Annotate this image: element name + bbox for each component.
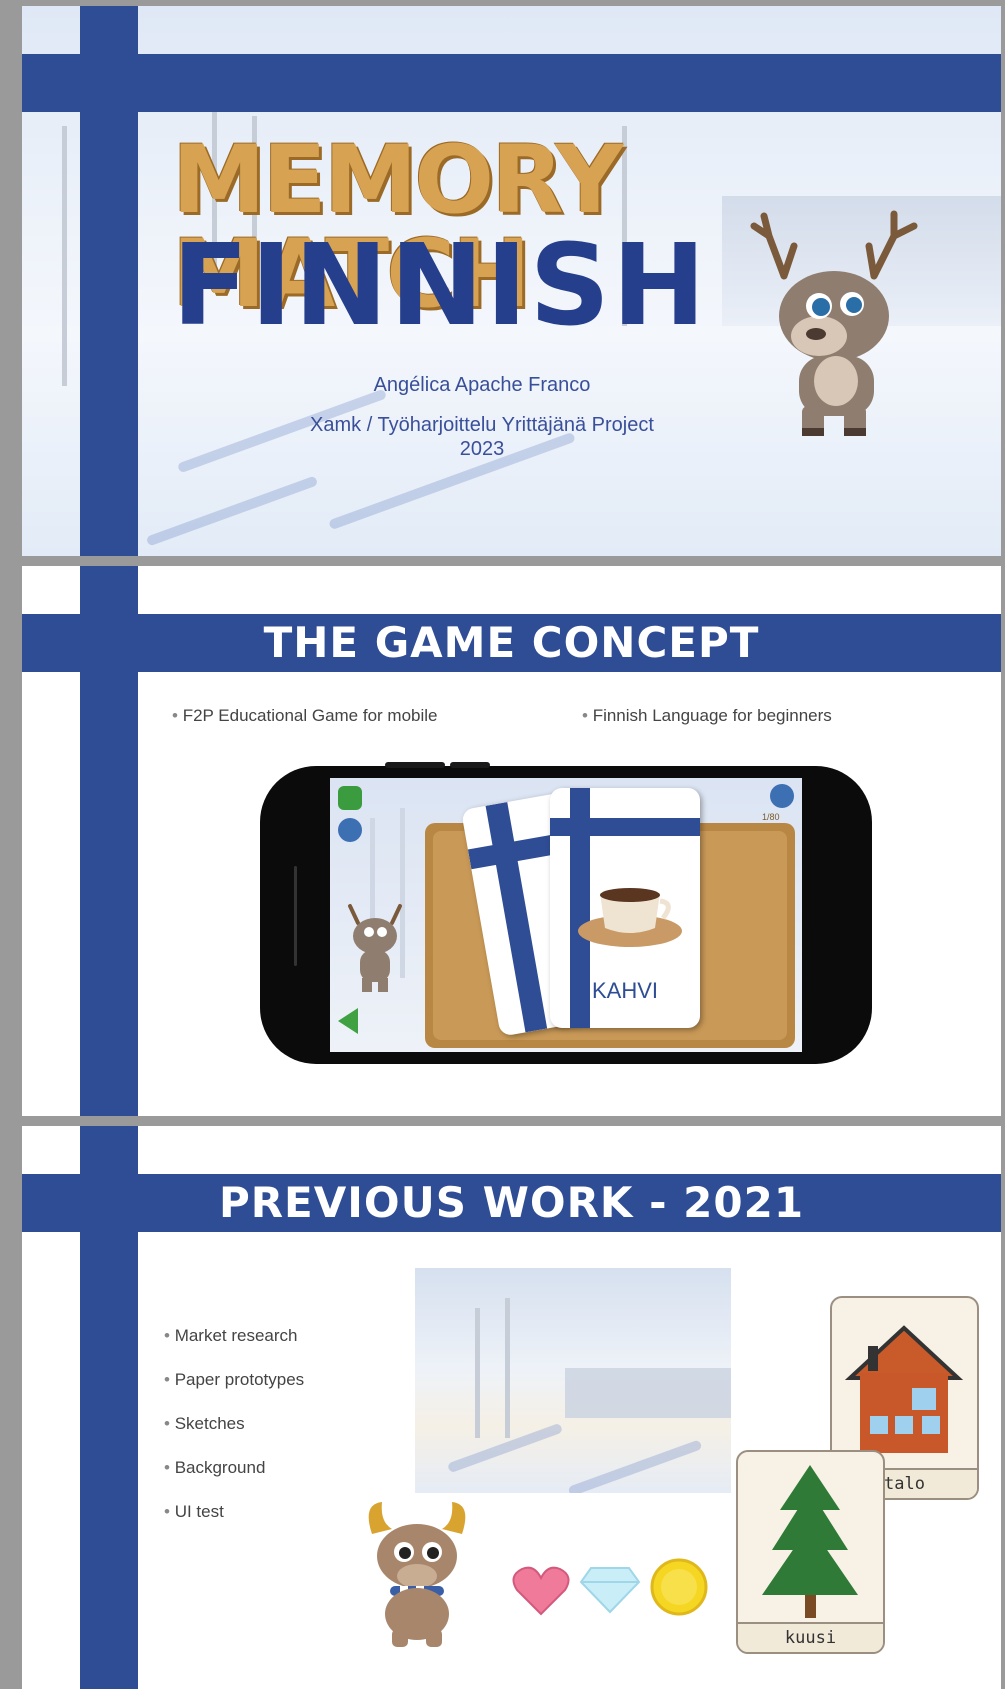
gear-icon[interactable] xyxy=(770,784,794,808)
bullet-item: Background xyxy=(164,1458,266,1478)
phone-mockup: 1/80 KAHVI xyxy=(260,762,872,1064)
bullet-item: Market research xyxy=(164,1326,298,1346)
phone-button xyxy=(450,762,490,768)
slide-heading: THE GAME CONCEPT xyxy=(263,618,760,667)
moose-mascot xyxy=(368,1502,466,1647)
slide-game-concept: THE GAME CONCEPT F2P Educational Game fo… xyxy=(22,566,1001,1116)
bullet-item: F2P Educational Game for mobile xyxy=(172,706,438,726)
reindeer-mascot xyxy=(750,210,918,436)
slide-heading: PREVIOUS WORK - 2021 xyxy=(218,1178,805,1227)
heart-icon xyxy=(512,1566,570,1616)
background-artwork xyxy=(415,1268,731,1493)
project-year: 2023 xyxy=(459,438,505,460)
reindeer-mascot-small xyxy=(348,904,402,992)
snow-shadow xyxy=(145,475,319,547)
bullet-item: UI test xyxy=(164,1502,224,1522)
background-tree xyxy=(62,126,67,386)
bullet-item: Paper prototypes xyxy=(164,1370,304,1390)
word-card-kuusi: kuusi xyxy=(736,1450,885,1654)
slide-title: MEMORY MATCH FINNISH Angélica Apache Fra… xyxy=(22,6,1001,556)
word-label: kuusi xyxy=(738,1622,883,1652)
card-front-kahvi[interactable]: KAHVI xyxy=(550,788,700,1028)
slide-previous-work: PREVIOUS WORK - 2021 Market research Pap… xyxy=(22,1126,1001,1689)
cards-icon[interactable] xyxy=(338,786,362,810)
house-icon xyxy=(844,1325,964,1453)
card-word: KAHVI xyxy=(591,978,659,1003)
bullet-item: Finnish Language for beginners xyxy=(582,706,832,726)
back-arrow-icon[interactable] xyxy=(336,1006,360,1036)
phone-button xyxy=(385,762,445,768)
spruce-tree-icon xyxy=(762,1465,858,1618)
bullet-item: Sketches xyxy=(164,1414,245,1434)
institution-project: Xamk / Työharjoittelu Yrittäjänä Project xyxy=(310,414,654,436)
game-screen: 1/80 KAHVI xyxy=(330,778,802,1052)
game-title-finnish: FINNISH xyxy=(172,221,708,351)
flag-horizontal-stripe xyxy=(22,54,1001,112)
refresh-icon[interactable] xyxy=(338,818,362,842)
diamond-icon xyxy=(579,1567,641,1614)
coin-icon xyxy=(650,1558,708,1616)
card-counter: 1/80 xyxy=(762,812,780,822)
coffee-cup-icon xyxy=(578,888,682,947)
author-name: Angélica Apache Franco xyxy=(373,374,591,396)
phone-speaker xyxy=(294,866,297,966)
